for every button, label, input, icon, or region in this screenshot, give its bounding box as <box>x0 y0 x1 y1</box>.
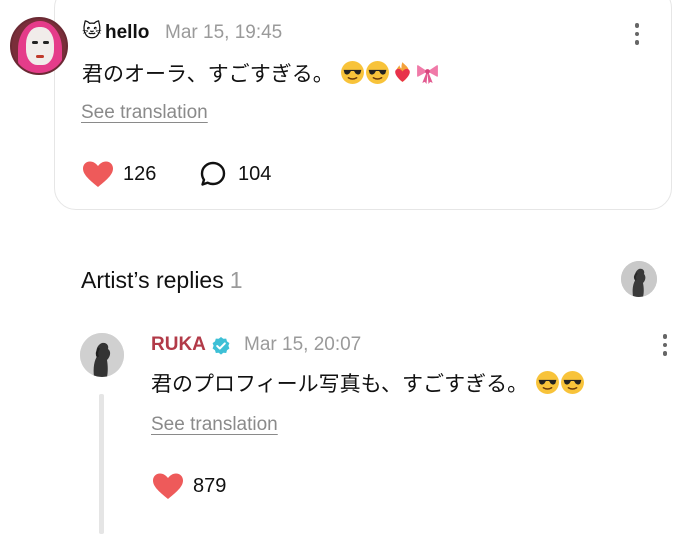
reply-text: 君のプロフィール写真も、すごすぎる。 <box>151 369 585 399</box>
heart-on-fire-icon <box>395 62 411 82</box>
like-count: 126 <box>123 163 157 185</box>
reply-heart-icon[interactable] <box>151 471 185 501</box>
thread-line <box>99 394 104 534</box>
sunglasses-face-icon <box>341 61 365 84</box>
artist-username[interactable]: RUKA <box>151 332 206 358</box>
post-timestamp: Mar 15, 19:45 <box>165 22 283 43</box>
comment-icon[interactable] <box>199 160 227 188</box>
post-text: 君のオーラ、すごすぎる。 <box>82 59 440 89</box>
ribbon-icon <box>417 65 439 84</box>
comment-count: 104 <box>238 163 272 185</box>
artist-replies-heading: Artist’s replies 1 <box>81 265 243 295</box>
heart-icon[interactable] <box>81 159 115 189</box>
sunglasses-face-icon <box>535 371 559 394</box>
reply-see-translation-link[interactable]: See translation <box>151 412 278 438</box>
post-text-content: 君のオーラ、すごすぎる。 <box>82 62 334 86</box>
post-username[interactable]: hello <box>105 20 149 46</box>
user-avatar[interactable] <box>10 17 68 75</box>
artist-avatar[interactable] <box>80 333 124 377</box>
reply-like-count: 879 <box>193 475 227 497</box>
artist-replies-title: Artist’s replies <box>81 267 224 293</box>
see-translation-link[interactable]: See translation <box>81 100 208 126</box>
cat-icon: 🐱 <box>82 21 102 42</box>
reply-more-options-icon[interactable] <box>662 334 668 358</box>
more-options-icon[interactable] <box>634 23 640 47</box>
reply-text-content: 君のプロフィール写真も、すごすぎる。 <box>151 372 529 396</box>
artist-replies-count: 1 <box>229 267 243 293</box>
artist-avatar-icon[interactable] <box>621 261 657 297</box>
sunglasses-face-icon <box>366 61 390 84</box>
reply-timestamp: Mar 15, 20:07 <box>244 334 362 355</box>
verified-badge-icon <box>212 337 230 355</box>
sunglasses-face-icon <box>560 371 584 394</box>
